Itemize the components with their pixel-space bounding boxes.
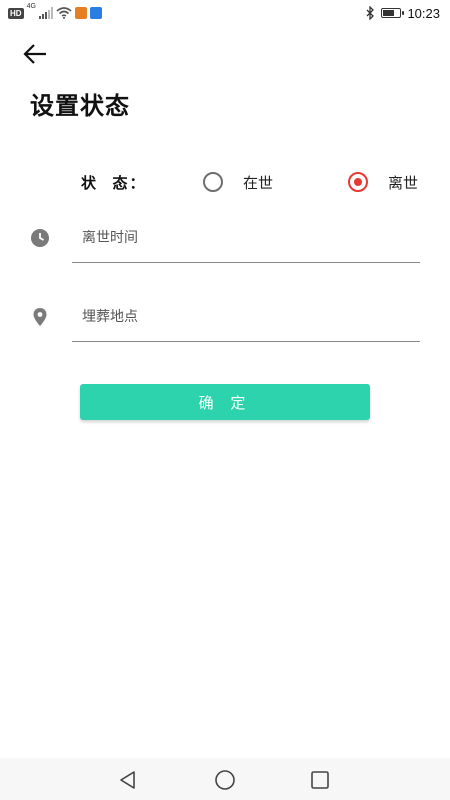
back-button[interactable] (20, 40, 50, 68)
radio-alive-circle[interactable] (203, 172, 223, 192)
recents-square-icon[interactable] (309, 769, 331, 791)
back-triangle-icon[interactable] (117, 769, 139, 791)
hd-icon: HD (8, 7, 24, 19)
app-notification-icon (89, 7, 102, 19)
battery-level (383, 10, 395, 16)
arrow-left-icon (23, 44, 46, 64)
network-type-label: 4G (26, 3, 36, 10)
confirm-button[interactable]: 确 定 (80, 384, 370, 420)
burial-place-underline (72, 341, 420, 342)
radio-deceased[interactable]: 离世 (348, 168, 418, 196)
clock-time: 10:23 (407, 5, 440, 21)
signal-icon (38, 7, 53, 19)
status-bar: HD 4G 10:23 (0, 0, 450, 26)
radio-deceased-label: 离世 (388, 173, 419, 192)
burial-place-field (30, 295, 438, 345)
bluetooth-icon (366, 6, 375, 20)
radio-alive[interactable]: 在世 (203, 168, 273, 196)
page-title: 设置状态 (30, 92, 130, 120)
location-pin-icon (33, 308, 47, 326)
wifi-icon (56, 7, 72, 19)
clock-icon (31, 229, 49, 247)
status-label: 状 态： (81, 174, 147, 192)
app-notification-icon (74, 7, 87, 19)
radio-deceased-circle[interactable] (348, 172, 368, 192)
status-bar-right: 10:23 (366, 4, 440, 22)
death-time-input[interactable] (72, 220, 438, 256)
system-nav-bar (0, 758, 450, 800)
death-time-underline (72, 262, 420, 263)
status-bar-left: HD 4G (8, 3, 102, 21)
radio-alive-label: 在世 (243, 173, 274, 192)
death-time-field (30, 216, 438, 266)
home-circle-icon[interactable] (214, 769, 236, 791)
battery-icon (381, 8, 405, 18)
burial-place-input[interactable] (72, 299, 438, 335)
